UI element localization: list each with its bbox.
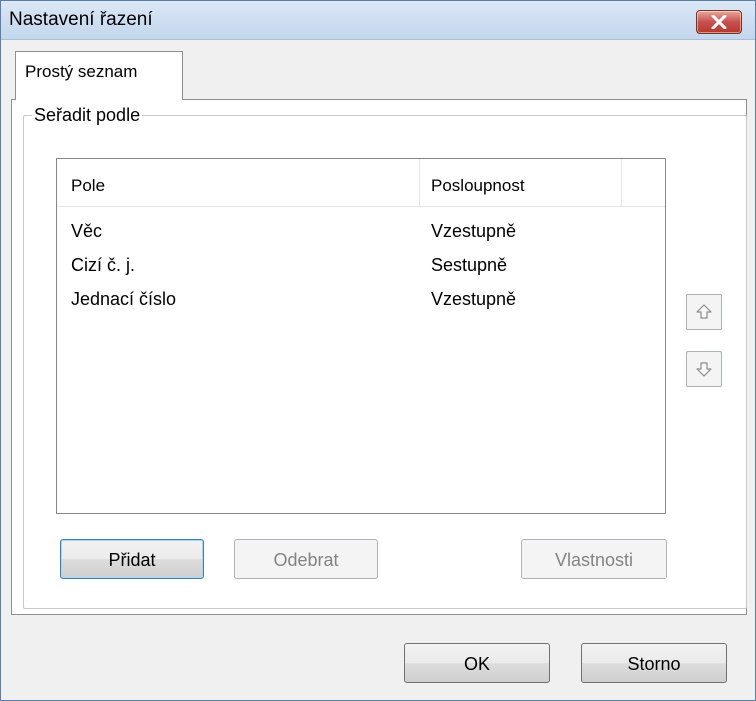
- order-cell: Vzestupně: [431, 289, 517, 309]
- order-cell: Sestupně: [431, 255, 508, 275]
- close-icon: [711, 15, 727, 29]
- add-button[interactable]: Přidat: [60, 539, 204, 579]
- field-cell: Jednací číslo: [71, 289, 177, 309]
- field-cell: Věc: [71, 221, 103, 241]
- list-item[interactable]: Cizí č. j. Sestupně: [57, 247, 665, 282]
- list-item[interactable]: Věc Vzestupně: [57, 213, 665, 248]
- tab-label: Prostý seznam: [25, 62, 138, 81]
- order-cell: Vzestupně: [431, 221, 517, 241]
- column-header-field[interactable]: Pole: [71, 176, 105, 196]
- properties-button[interactable]: Vlastnosti: [521, 539, 667, 579]
- sort-fields-list[interactable]: Pole Posloupnost Věc Vzestupně Cizí č. j…: [56, 158, 666, 514]
- cancel-button[interactable]: Storno: [581, 643, 727, 683]
- arrow-up-icon: [696, 304, 712, 319]
- ok-button-label: OK: [463, 654, 490, 674]
- remove-button-label: Odebrat: [273, 550, 339, 570]
- title-bar: Nastavení řazení: [1, 1, 755, 40]
- close-button[interactable]: [696, 10, 742, 34]
- move-up-button[interactable]: [686, 294, 722, 330]
- sort-settings-dialog: Nastavení řazení Prostý seznam Seřadit p…: [0, 0, 756, 701]
- column-header-order[interactable]: Posloupnost: [431, 176, 525, 196]
- tab-simple-list[interactable]: Prostý seznam: [15, 51, 183, 100]
- cancel-button-label: Storno: [627, 654, 681, 674]
- move-down-button[interactable]: [686, 351, 722, 387]
- arrow-down-icon: [696, 362, 712, 377]
- ok-button[interactable]: OK: [404, 643, 550, 683]
- list-item[interactable]: Jednací číslo Vzestupně: [57, 281, 665, 316]
- add-button-label: Přidat: [108, 550, 156, 570]
- remove-button[interactable]: Odebrat: [234, 539, 378, 579]
- list-header: Pole Posloupnost: [57, 159, 665, 207]
- group-label: Seřadit podle: [32, 105, 143, 126]
- properties-button-label: Vlastnosti: [554, 550, 634, 570]
- column-divider[interactable]: [621, 159, 622, 206]
- column-divider[interactable]: [419, 159, 420, 206]
- window-title: Nastavení řazení: [9, 9, 153, 30]
- field-cell: Cizí č. j.: [71, 255, 136, 275]
